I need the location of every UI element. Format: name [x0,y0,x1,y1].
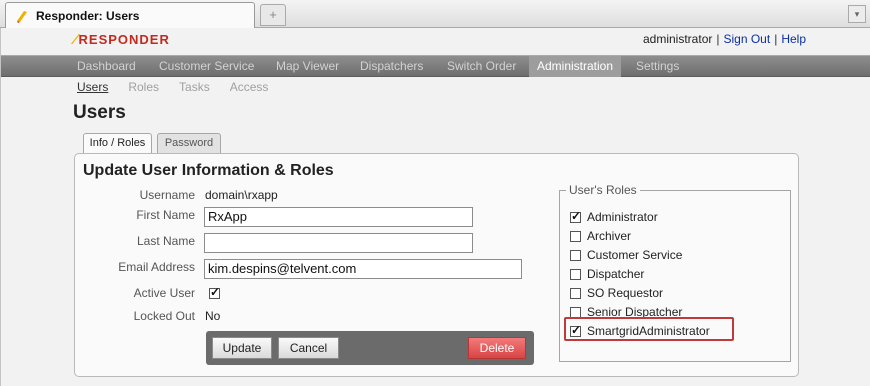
role-customer-service[interactable]: Customer Service [570,247,682,263]
delete-button[interactable]: Delete [468,337,526,359]
nav-settings[interactable]: Settings [636,56,679,77]
update-button[interactable]: Update [212,337,272,359]
nav-dispatchers[interactable]: Dispatchers [360,56,423,77]
locked-out-value: No [205,309,221,323]
subnav-access[interactable]: Access [230,80,269,94]
sign-out-link[interactable]: Sign Out [723,32,770,46]
responder-favicon-icon [14,8,30,24]
user-roles-group: User's Roles Administrator Archiver Cust… [559,183,791,362]
email-label: Email Address [118,260,195,274]
help-link[interactable]: Help [781,32,806,46]
new-tab-icon[interactable]: + [260,4,286,26]
role-checkbox[interactable] [570,230,581,242]
email-field[interactable]: kim.despins@telvent.com [204,259,522,279]
sub-nav: Users Roles Tasks Access [77,80,268,94]
role-dispatcher[interactable]: Dispatcher [570,266,644,282]
nav-map-viewer[interactable]: Map Viewer [276,56,339,77]
user-form-panel: Update User Information & Roles Username… [74,153,799,377]
role-label: Archiver [587,229,632,243]
nav-administration[interactable]: Administration [529,56,622,77]
role-archiver[interactable]: Archiver [570,228,631,244]
subnav-users[interactable]: Users [77,80,108,94]
active-user-label: Active User [133,286,195,300]
tab-list-dropdown-icon[interactable]: ▾ [848,5,866,23]
browser-tab-strip: Responder: Users + ▾ [0,0,870,28]
role-so-requestor[interactable]: SO Requestor [570,285,663,301]
last-name-label: Last Name [136,234,195,248]
role-administrator[interactable]: Administrator [570,209,658,225]
subnav-roles[interactable]: Roles [128,80,159,94]
subnav-tasks[interactable]: Tasks [179,80,210,94]
page: ⁄ RESPONDER administrator | Sign Out | H… [0,28,870,386]
role-checkbox[interactable] [570,306,581,318]
cancel-button[interactable]: Cancel [278,337,339,359]
logo-mark-icon: ⁄ [74,31,77,48]
page-title: Users [73,102,126,123]
main-nav: Dashboard Customer Service Map Viewer Di… [1,55,870,77]
panel-title: Update User Information & Roles [83,162,334,179]
first-name-label: First Name [136,208,195,222]
active-user-checkbox[interactable] [209,285,220,299]
separator: | [774,32,778,46]
username-label: Username [139,188,195,202]
role-label: Customer Service [587,248,683,262]
role-label: Dispatcher [587,267,645,281]
tab-password[interactable]: Password [157,133,221,153]
browser-tab[interactable]: Responder: Users [5,2,255,28]
locked-out-label: Locked Out [133,309,195,323]
role-label: Administrator [587,210,658,224]
nav-switch-order[interactable]: Switch Order [447,56,516,77]
nav-customer-service[interactable]: Customer Service [159,56,254,77]
tab-info-roles[interactable]: Info / Roles [83,133,152,154]
responder-logo[interactable]: ⁄ RESPONDER [74,31,170,48]
separator: | [716,32,720,46]
role-label: SO Requestor [587,286,664,300]
current-user: administrator [643,32,713,46]
form-button-bar: Update Cancel Delete [206,331,534,365]
highlight-box [564,317,734,341]
first-name-field[interactable]: RxApp [204,207,473,227]
role-checkbox[interactable] [570,249,581,261]
last-name-field[interactable] [204,233,473,253]
role-checkbox[interactable] [570,268,581,280]
roles-legend: User's Roles [566,183,640,197]
browser-tab-title: Responder: Users [36,8,140,23]
logo-text: RESPONDER [78,32,170,47]
role-checkbox[interactable] [570,287,581,299]
nav-dashboard[interactable]: Dashboard [77,56,136,77]
user-links: administrator | Sign Out | Help [643,32,806,46]
role-checkbox[interactable] [570,209,581,223]
username-value: domain\rxapp [205,188,278,202]
